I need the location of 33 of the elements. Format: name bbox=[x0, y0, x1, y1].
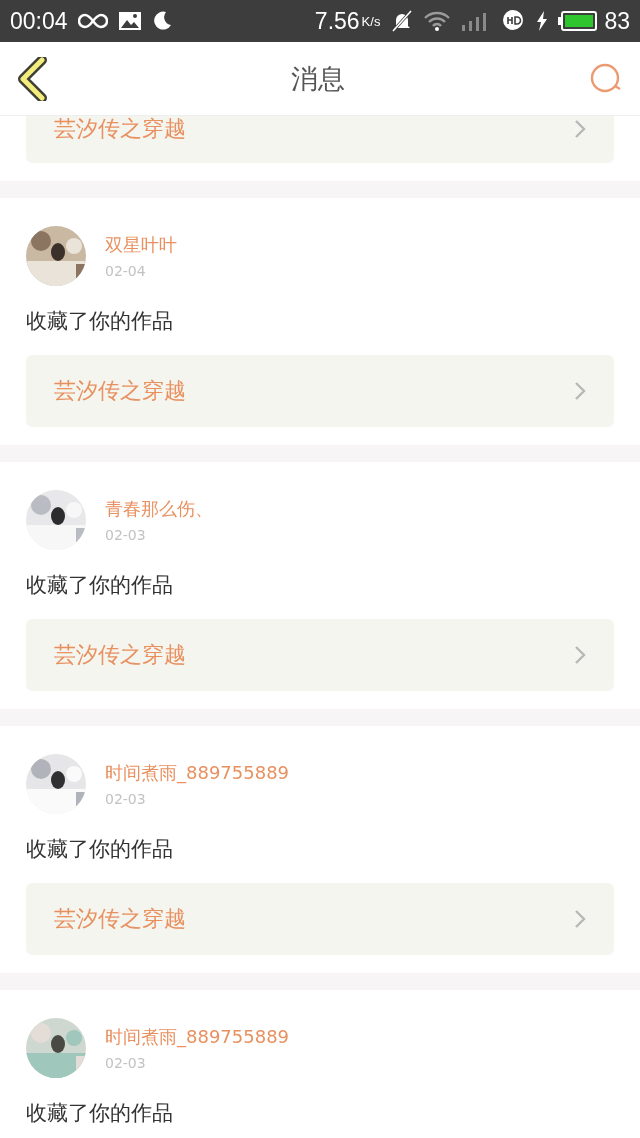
book-link[interactable]: 芸汐传之穿越 bbox=[26, 116, 614, 163]
infinity-icon bbox=[77, 13, 108, 29]
muted-bell-icon bbox=[390, 10, 415, 32]
battery-percent: 83 bbox=[604, 7, 630, 35]
page-title: 消息 bbox=[291, 61, 345, 96]
message-date: 02-04 bbox=[105, 263, 147, 279]
chevron-icon bbox=[574, 909, 586, 929]
book-link[interactable]: 芸汐传之穿越 bbox=[26, 355, 614, 427]
user-name[interactable]: 时间煮雨_889755889 bbox=[105, 1025, 290, 1049]
user-name[interactable]: 双星叶叶 bbox=[105, 233, 177, 257]
book-link[interactable]: 芸汐传之穿越 bbox=[26, 883, 614, 955]
chevron-icon bbox=[574, 381, 586, 401]
message-date: 02-03 bbox=[105, 791, 147, 807]
book-link[interactable]: 芸汐传之穿越 bbox=[26, 619, 614, 691]
back-icon[interactable] bbox=[18, 56, 48, 101]
network-speed: 7.56 bbox=[314, 7, 360, 35]
message-text: 收藏了你的作品 bbox=[26, 1100, 174, 1127]
moon-icon bbox=[151, 11, 172, 31]
message-text: 收藏了你的作品 bbox=[26, 836, 174, 863]
chevron-icon bbox=[574, 118, 586, 139]
battery-icon bbox=[558, 10, 599, 32]
user-name[interactable]: 青春那么伤、 bbox=[105, 497, 213, 521]
speed-unit: K/s bbox=[361, 13, 381, 29]
message-text: 收藏了你的作品 bbox=[26, 308, 174, 335]
wifi-icon bbox=[424, 10, 451, 32]
message-text: 收藏了你的作品 bbox=[26, 572, 174, 599]
user-name[interactable]: 时间煮雨_889755889 bbox=[105, 761, 290, 785]
status-time: 00:04 bbox=[10, 7, 68, 35]
chevron-icon bbox=[574, 645, 586, 665]
message-date: 02-03 bbox=[105, 527, 147, 543]
charging-icon bbox=[536, 11, 549, 31]
image-icon bbox=[117, 11, 142, 31]
message-date: 02-03 bbox=[105, 1055, 147, 1071]
